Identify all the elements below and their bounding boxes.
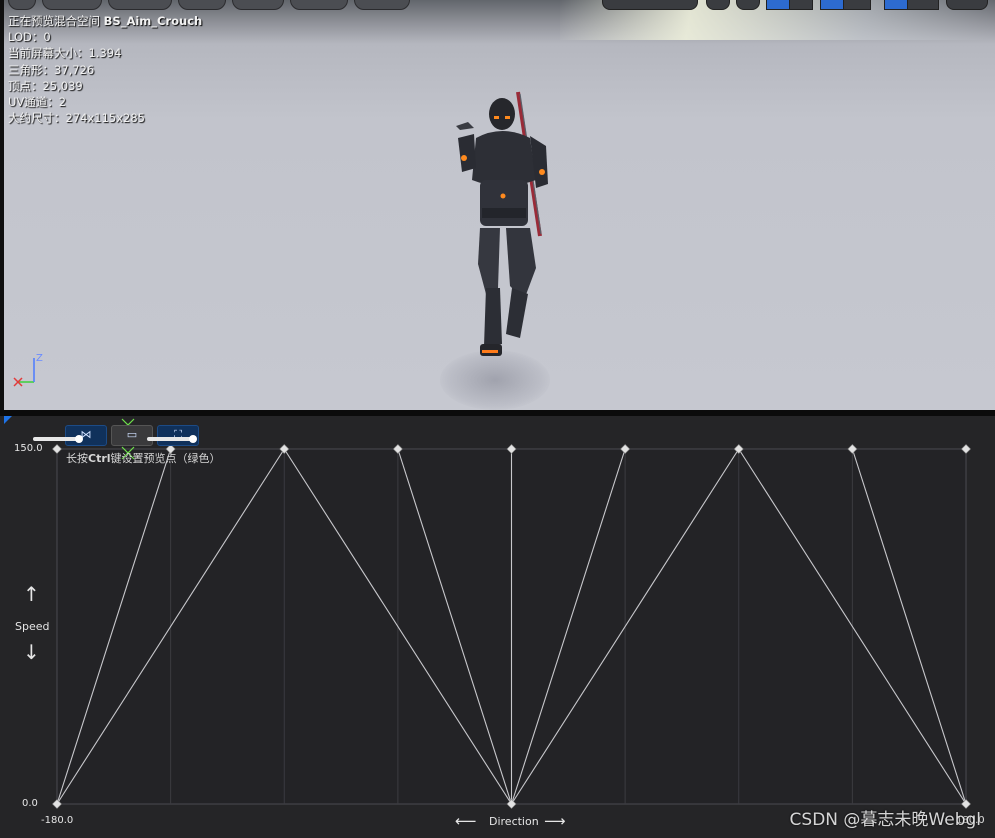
lod-button[interactable] — [290, 0, 348, 10]
preview-character[interactable] — [440, 88, 560, 363]
viewport-left-edge — [0, 0, 4, 410]
x-axis-left-arrow: ⟵ — [455, 812, 477, 830]
snap-toggle-button[interactable] — [706, 0, 730, 10]
vertices-stat: 顶点：25,039 — [8, 78, 83, 93]
rotation-size-dropdown[interactable] — [843, 0, 871, 10]
x-axis-min-label: -180.0 — [41, 815, 74, 826]
y-axis-up-arrow: ↑ — [23, 582, 40, 606]
grid-size-dropdown[interactable] — [789, 0, 813, 10]
lod-stat: LOD：0 — [8, 30, 51, 45]
scale-size-dropdown[interactable] — [907, 0, 939, 10]
triangles-stat: 三角形：37,726 — [8, 62, 95, 77]
previewing-label: 正在预览混合空间 — [8, 14, 100, 28]
preview-viewport[interactable]: 正在预览混合空间 BS_Aim_Crouch LOD：0 当前屏幕大小：1.39… — [0, 0, 995, 410]
x-axis-name: Direction — [489, 815, 539, 828]
view-mode-button[interactable] — [42, 0, 102, 10]
y-axis-max-label: 150.0 — [14, 443, 43, 454]
show-triangulation-button[interactable]: ⋈ — [65, 425, 107, 446]
playback-speed-button[interactable] — [354, 0, 410, 10]
hint-key: Ctrl — [88, 452, 111, 465]
y-axis-down-arrow: ↓ — [23, 640, 40, 664]
fit-view-button[interactable]: ▭ — [111, 425, 153, 446]
hint-prefix: 长按 — [66, 452, 88, 465]
character-button[interactable] — [232, 0, 284, 10]
y-axis-min-label: 0.0 — [22, 798, 38, 809]
scale-snap-button[interactable] — [884, 0, 908, 10]
zoom-slider-x[interactable] — [33, 435, 83, 443]
x-axis-right-arrow: ⟶ — [544, 812, 566, 830]
viewport-menu-button[interactable] — [8, 0, 36, 10]
asset-name: BS_Aim_Crouch — [103, 14, 203, 28]
zoom-slider-y[interactable] — [147, 435, 197, 443]
show-button[interactable] — [178, 0, 226, 10]
screen-size-stat: 当前屏幕大小：1.394 — [8, 46, 122, 61]
uv-channels-stat: UV通道：2 — [8, 95, 67, 110]
viewport-stats-overlay: 正在预览混合空间 BS_Aim_Crouch LOD：0 当前屏幕大小：1.39… — [8, 13, 202, 126]
axis-gizmo: Z — [13, 353, 43, 387]
preview-hint-text: 长按Ctrl键设置预览点（绿色） — [66, 450, 221, 466]
rotation-snap-button[interactable] — [820, 0, 844, 10]
lighting-mode-button[interactable] — [108, 0, 172, 10]
y-axis-name: Speed — [15, 620, 50, 633]
surface-snap-button[interactable] — [736, 0, 760, 10]
blendspace-editor-panel[interactable]: ⋈ ▭ ⛶ 长按Ctrl键设置预览点（绿色） 150.0 0.0 -180.0 … — [0, 416, 995, 838]
transform-tools-group[interactable] — [602, 0, 698, 10]
blendspace-grid[interactable] — [0, 416, 995, 838]
maximize-viewport-button[interactable] — [946, 0, 988, 10]
approx-size-stat: 大约尺寸：274x115x285 — [8, 111, 145, 126]
hint-suffix: 键设置预览点（绿色） — [110, 452, 221, 465]
z-axis-label: Z — [36, 353, 43, 364]
watermark: CSDN @暮志未晚Webgl — [789, 810, 981, 830]
grid-snap-button[interactable] — [766, 0, 790, 10]
